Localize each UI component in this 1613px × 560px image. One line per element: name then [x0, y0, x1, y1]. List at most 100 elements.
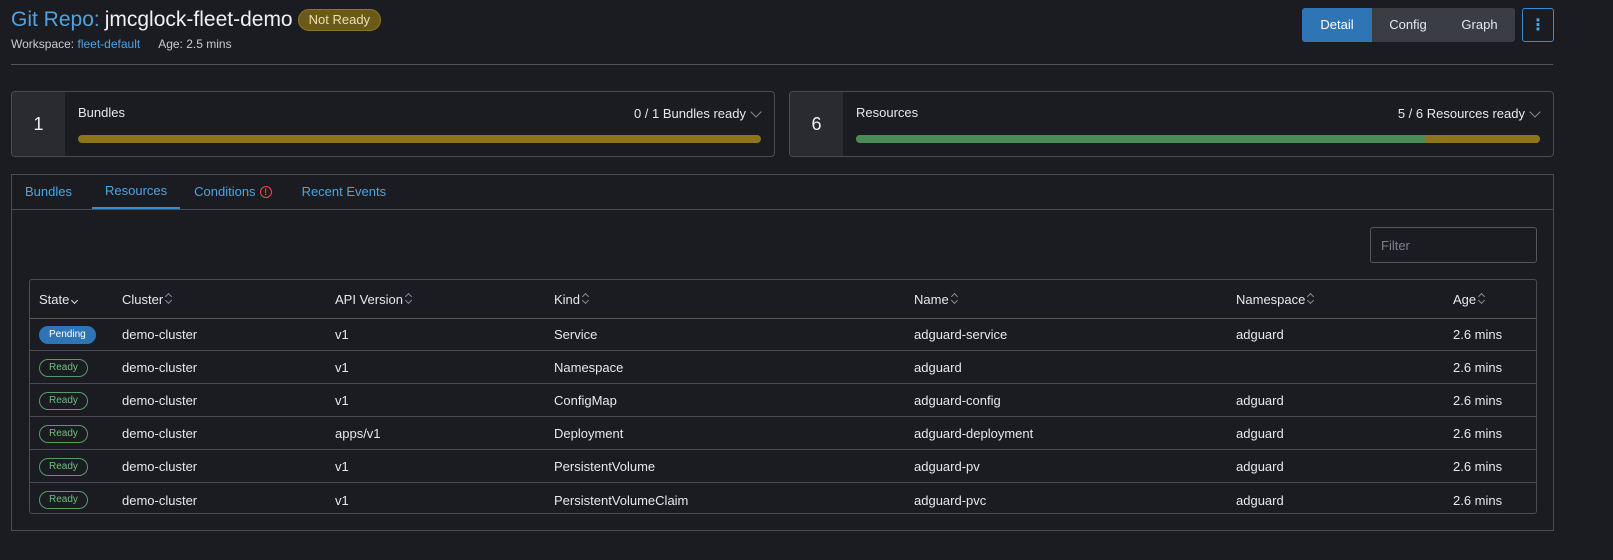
resources-ready-dropdown[interactable]: 5 / 6 Resources ready	[1397, 105, 1541, 121]
page-title: jmcglock-fleet-demo	[104, 8, 293, 31]
namespace-cell: adguard	[1236, 459, 1284, 474]
name-link[interactable]: adguard-config	[914, 385, 1001, 416]
state-badge: Ready	[39, 424, 88, 443]
kind-cell: Deployment	[554, 426, 624, 441]
age-cell: 2.6 mins	[1453, 459, 1503, 474]
tab-bar: Bundles Resources Conditions ! Recent Ev…	[12, 175, 1553, 210]
bundles-card-body: Bundles 0 / 1 Bundles ready	[65, 92, 774, 156]
age-cell: 2.6 mins	[1453, 393, 1503, 408]
namespace-cell: adguard	[1236, 393, 1284, 408]
state-cell: Ready	[39, 484, 88, 513]
tab-label: Bundles	[25, 184, 72, 199]
tab-conditions[interactable]: Conditions !	[181, 175, 284, 209]
state-cell: Ready	[39, 451, 88, 482]
api-version-cell: v1	[335, 492, 349, 508]
tab-resources[interactable]: Resources	[91, 175, 181, 209]
sort-icon	[951, 293, 958, 305]
state-cell: Ready	[39, 385, 88, 416]
table-row: Pending demo-cluster v1 Service adguard-…	[30, 319, 1536, 351]
bundles-progress-bar	[78, 135, 761, 143]
cluster-cell: demo-cluster	[122, 492, 198, 508]
col-header-name[interactable]: Name	[914, 280, 958, 318]
resources-progress-ready	[856, 135, 1426, 143]
col-header-cluster[interactable]: Cluster	[122, 280, 172, 318]
status-badge: Not Ready	[297, 9, 382, 31]
cluster-cell: demo-cluster	[122, 459, 198, 474]
col-header-namespace[interactable]: Namespace	[1236, 280, 1314, 318]
name-link[interactable]: adguard-service	[914, 319, 1007, 350]
state-cell: Pending	[39, 319, 96, 350]
col-header-api-version[interactable]: API Version	[335, 280, 412, 318]
name-link[interactable]: adguard-pvc	[914, 484, 986, 513]
name-link[interactable]: adguard-pv	[914, 451, 980, 482]
sort-icon	[1478, 293, 1485, 305]
resources-label: Resources	[856, 105, 919, 120]
table-row: Ready demo-cluster apps/v1 Deployment ad…	[30, 418, 1536, 450]
resources-card: 6 Resources 5 / 6 Resources ready	[789, 91, 1554, 157]
tab-label: Recent Events	[301, 184, 387, 199]
col-header-kind[interactable]: Kind	[554, 280, 589, 318]
age-cell: 2.6 mins	[1453, 327, 1503, 342]
api-version-cell: v1	[335, 393, 349, 408]
resources-ready-text: 5 / 6 Resources ready	[1397, 106, 1525, 121]
name-link[interactable]: adguard	[914, 352, 962, 383]
bundles-card: 1 Bundles 0 / 1 Bundles ready	[11, 91, 775, 157]
kind-cell: PersistentVolumeClaim	[554, 492, 689, 508]
tabs-panel: Bundles Resources Conditions ! Recent Ev…	[11, 174, 1554, 531]
cluster-cell: demo-cluster	[122, 426, 198, 441]
bundles-count: 1	[12, 92, 65, 156]
config-button[interactable]: Config	[1372, 8, 1444, 42]
state-badge: Ready	[39, 457, 88, 476]
resources-progress-bar	[856, 135, 1540, 143]
state-badge: Pending	[39, 325, 96, 344]
header-divider	[11, 64, 1553, 65]
detail-button[interactable]: Detail	[1302, 8, 1372, 42]
sort-desc-icon	[71, 293, 78, 305]
tab-recent-events[interactable]: Recent Events	[289, 175, 400, 209]
namespace-cell: adguard	[1236, 426, 1284, 441]
view-mode-buttons: Detail Config Graph	[1302, 8, 1515, 42]
state-badge: Ready	[39, 391, 88, 410]
table-row: Ready demo-cluster v1 PersistentVolumeCl…	[30, 484, 1536, 513]
table-header-row: State Cluster API Version Kind Name Name…	[30, 280, 1536, 319]
table-row: Ready demo-cluster v1 Namespace adguard …	[30, 352, 1536, 384]
table-row: Ready demo-cluster v1 PersistentVolume a…	[30, 451, 1536, 483]
bundles-ready-dropdown[interactable]: 0 / 1 Bundles ready	[633, 105, 762, 121]
col-label: Cluster	[122, 291, 164, 307]
col-header-age[interactable]: Age	[1453, 280, 1485, 318]
workspace-link[interactable]: fleet-default	[77, 37, 140, 51]
bundles-progress-not-ready	[78, 135, 761, 143]
resource-type-link[interactable]: Git Repo:	[11, 8, 100, 32]
age-cell: 2.6 mins	[1453, 360, 1503, 375]
alert-icon: !	[259, 186, 272, 198]
kind-cell: Namespace	[554, 360, 624, 375]
chevron-down-icon	[750, 105, 762, 118]
name-link[interactable]: adguard-deployment	[914, 418, 1033, 449]
state-cell: Ready	[39, 352, 88, 383]
api-version-cell: v1	[335, 360, 349, 375]
api-version-cell: apps/v1	[335, 426, 381, 441]
state-badge: Ready	[39, 491, 88, 509]
kind-cell: ConfigMap	[554, 393, 617, 408]
col-label: Namespace	[1236, 291, 1306, 307]
table-row: Ready demo-cluster v1 ConfigMap adguard-…	[30, 385, 1536, 417]
sort-icon	[582, 293, 589, 305]
tab-label: Conditions	[194, 184, 256, 199]
graph-button[interactable]: Graph	[1444, 8, 1515, 42]
cluster-cell: demo-cluster	[122, 327, 198, 342]
kebab-menu-icon[interactable]: ⋮	[1522, 8, 1554, 42]
workspace-meta: Workspace: fleet-default	[11, 37, 140, 51]
sort-icon	[1307, 293, 1314, 305]
filter-input[interactable]	[1370, 227, 1537, 263]
resources-card-body: Resources 5 / 6 Resources ready	[843, 92, 1553, 156]
cluster-cell: demo-cluster	[122, 393, 198, 408]
kind-cell: Service	[554, 327, 598, 342]
tab-bundles[interactable]: Bundles	[12, 175, 85, 209]
state-badge: Ready	[39, 358, 88, 377]
col-header-state[interactable]: State	[39, 280, 78, 318]
age-meta: Age: 2.5 mins	[158, 37, 232, 51]
sort-icon	[405, 293, 412, 305]
bundles-label: Bundles	[78, 105, 125, 120]
age-cell: 2.6 mins	[1453, 426, 1503, 441]
bundles-ready-text: 0 / 1 Bundles ready	[633, 106, 746, 121]
